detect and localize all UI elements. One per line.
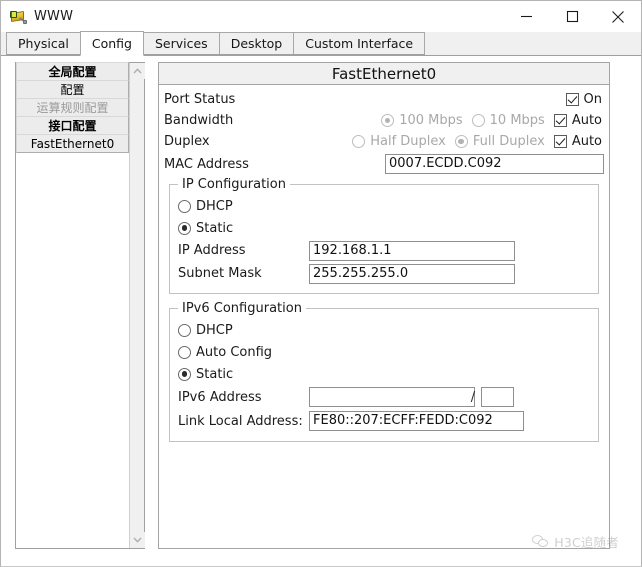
duplex-row: Duplex Half Duplex Full Duplex Auto: [164, 131, 604, 152]
sidebar-item-fastethernet0[interactable]: FastEthernet0: [16, 134, 129, 153]
bandwidth-auto-label: Auto: [571, 113, 602, 128]
duplex-full-label: Full Duplex: [472, 134, 545, 149]
ipv6-prefix-separator: /: [470, 389, 476, 405]
sidebar-item-interface-config[interactable]: 接口配置: [16, 116, 129, 135]
config-sidebar: 全局配置 配置 运算规则配置 接口配置 FastEthernet0: [15, 62, 145, 549]
sidebar-scrollbar[interactable]: [129, 63, 145, 548]
packet-tracer-device-window: WWW Physical Config Services Desktop Cus…: [0, 0, 642, 567]
ipv6-address-label: IPv6 Address: [178, 389, 262, 405]
sidebar-item-settings[interactable]: 配置: [16, 80, 129, 99]
minimize-button[interactable]: [503, 1, 549, 32]
config-body: 全局配置 配置 运算规则配置 接口配置 FastEthernet0 FastEt…: [1, 57, 641, 565]
bandwidth-auto-checkbox[interactable]: [553, 114, 567, 127]
interface-config-panel: FastEthernet0 Port Status On Bandwidth 1…: [158, 62, 610, 549]
ip-dhcp-row[interactable]: DHCP: [178, 195, 590, 217]
port-status-label: Port Status: [164, 92, 236, 107]
subnet-mask-label: Subnet Mask: [178, 266, 262, 281]
ipv6-static-label: Static: [196, 366, 234, 382]
duplex-half-radio[interactable]: [352, 135, 366, 148]
ip-static-label: Static: [196, 220, 234, 236]
bandwidth-100mbps-label: 100 Mbps: [399, 113, 463, 128]
ip-static-row[interactable]: Static: [178, 217, 590, 239]
bandwidth-100mbps-radio[interactable]: [381, 114, 395, 127]
server-device-icon: [9, 8, 27, 26]
bandwidth-label: Bandwidth: [164, 113, 234, 128]
tab-strip: Physical Config Services Desktop Custom …: [1, 31, 641, 56]
panel-title: FastEthernet0: [159, 63, 609, 85]
ipv6-configuration-title: IPv6 Configuration: [178, 301, 306, 316]
duplex-full-radio[interactable]: [454, 135, 468, 148]
tab-config[interactable]: Config: [79, 31, 144, 56]
window-title: WWW: [34, 9, 74, 24]
ipv6-address-input[interactable]: [309, 387, 475, 407]
ip-dhcp-radio[interactable]: [178, 199, 191, 213]
mac-address-input[interactable]: 0007.ECDD.C092: [385, 154, 604, 174]
ipv6-dhcp-label: DHCP: [196, 322, 233, 338]
sidebar-item-global-settings[interactable]: 全局配置: [16, 62, 129, 81]
duplex-auto-checkbox[interactable]: [553, 135, 567, 148]
ip-dhcp-label: DHCP: [196, 198, 233, 214]
tab-custom-interface[interactable]: Custom Interface: [293, 32, 426, 55]
chevron-up-icon[interactable]: [130, 63, 145, 79]
ip-configuration-title: IP Configuration: [178, 177, 290, 192]
port-status-row: Port Status On: [164, 89, 604, 110]
bandwidth-10mbps-radio[interactable]: [471, 114, 485, 127]
subnet-mask-row: Subnet Mask 255.255.255.0: [178, 262, 590, 285]
window-controls: [503, 1, 641, 32]
ipv6-auto-config-label: Auto Config: [196, 344, 273, 360]
mac-address-label: MAC Address: [164, 156, 249, 172]
ipv6-static-row[interactable]: Static: [178, 363, 590, 385]
ip-static-radio[interactable]: [178, 221, 191, 235]
tab-physical[interactable]: Physical: [6, 32, 81, 55]
subnet-mask-input[interactable]: 255.255.255.0: [309, 263, 515, 284]
duplex-label: Duplex: [164, 134, 210, 149]
link-local-address-row: Link Local Address: FE80::207:ECFF:FEDD:…: [178, 409, 590, 433]
tab-services[interactable]: Services: [142, 32, 220, 55]
ipv6-prefix-input[interactable]: [481, 387, 514, 407]
bandwidth-row: Bandwidth 100 Mbps 10 Mbps Auto: [164, 110, 604, 131]
panel-content: Port Status On Bandwidth 100 Mbps 10 Mbp…: [159, 85, 609, 442]
ipv6-dhcp-radio[interactable]: [178, 323, 191, 337]
ipv6-static-radio[interactable]: [178, 367, 191, 381]
ip-address-label: IP Address: [178, 243, 246, 258]
bandwidth-10mbps-label: 10 Mbps: [489, 113, 545, 128]
port-status-checkbox[interactable]: [565, 93, 579, 106]
ipv6-address-row: IPv6 Address /: [178, 385, 590, 409]
maximize-button[interactable]: [549, 1, 595, 32]
close-button[interactable]: [595, 1, 641, 32]
ipv6-auto-config-radio[interactable]: [178, 345, 191, 359]
sidebar-item-algorithm-settings[interactable]: 运算规则配置: [16, 98, 129, 117]
ip-configuration-group: IP Configuration DHCP Static IP Address …: [169, 177, 599, 294]
ipv6-configuration-group: IPv6 Configuration DHCP Auto Config Stat…: [169, 301, 599, 442]
ip-address-input[interactable]: 192.168.1.1: [309, 240, 515, 261]
duplex-auto-label: Auto: [571, 134, 602, 149]
link-local-address-input[interactable]: FE80::207:ECFF:FEDD:C092: [309, 411, 524, 431]
sidebar-list: 全局配置 配置 运算规则配置 接口配置 FastEthernet0: [16, 62, 129, 548]
tab-desktop[interactable]: Desktop: [218, 32, 295, 55]
ipv6-auto-config-row[interactable]: Auto Config: [178, 341, 590, 363]
title-bar: WWW: [1, 1, 641, 32]
ipv6-dhcp-row[interactable]: DHCP: [178, 319, 590, 341]
chevron-down-icon[interactable]: [130, 532, 145, 548]
link-local-address-label: Link Local Address:: [178, 413, 303, 429]
ip-address-row: IP Address 192.168.1.1: [178, 239, 590, 262]
port-status-on-label: On: [583, 92, 602, 107]
duplex-half-label: Half Duplex: [370, 134, 446, 149]
mac-address-row: MAC Address 0007.ECDD.C092: [164, 152, 604, 176]
